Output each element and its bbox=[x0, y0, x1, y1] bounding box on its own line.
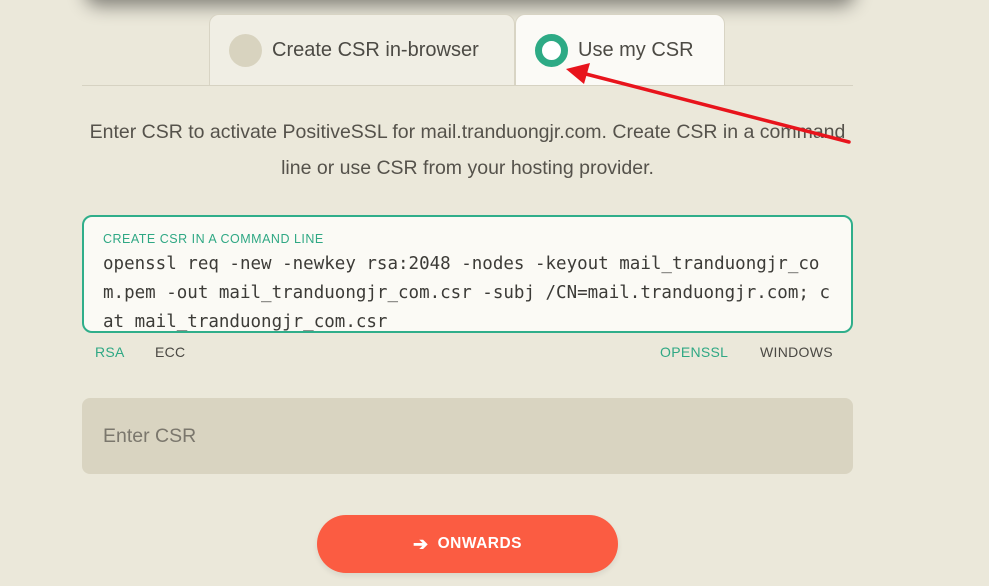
page: Create CSR in-browser Use my CSR Enter C… bbox=[0, 0, 989, 586]
tabs-divider bbox=[82, 85, 853, 86]
command-text[interactable]: openssl req -new -newkey rsa:2048 -nodes… bbox=[103, 250, 833, 331]
tab-label: Create CSR in-browser bbox=[272, 39, 479, 61]
tab-create-csr-in-browser[interactable]: Create CSR in-browser bbox=[209, 14, 515, 86]
intro-text: Enter CSR to activate PositiveSSL for ma… bbox=[89, 121, 846, 179]
radio-unselected-icon[interactable] bbox=[229, 34, 262, 67]
key-option-ecc[interactable]: ECC bbox=[155, 344, 185, 360]
tool-option-openssl[interactable]: OPENSSL bbox=[660, 344, 728, 360]
csr-input[interactable] bbox=[82, 398, 853, 474]
tab-label: Use my CSR bbox=[578, 39, 694, 61]
csr-method-tabs: Create CSR in-browser Use my CSR bbox=[209, 14, 725, 86]
command-line-box[interactable]: CREATE CSR IN A COMMAND LINE openssl req… bbox=[82, 215, 853, 333]
arrow-right-icon: ➔ bbox=[412, 533, 429, 554]
tool-option-windows[interactable]: WINDOWS bbox=[760, 344, 833, 360]
radio-selected-icon[interactable] bbox=[535, 34, 568, 67]
tab-use-my-csr[interactable]: Use my CSR bbox=[515, 14, 725, 86]
onwards-button[interactable]: ➔ ONWARDS bbox=[317, 515, 618, 573]
key-option-rsa[interactable]: RSA bbox=[95, 344, 125, 360]
onwards-label: ONWARDS bbox=[437, 535, 523, 552]
command-box-label: CREATE CSR IN A COMMAND LINE bbox=[103, 232, 324, 246]
